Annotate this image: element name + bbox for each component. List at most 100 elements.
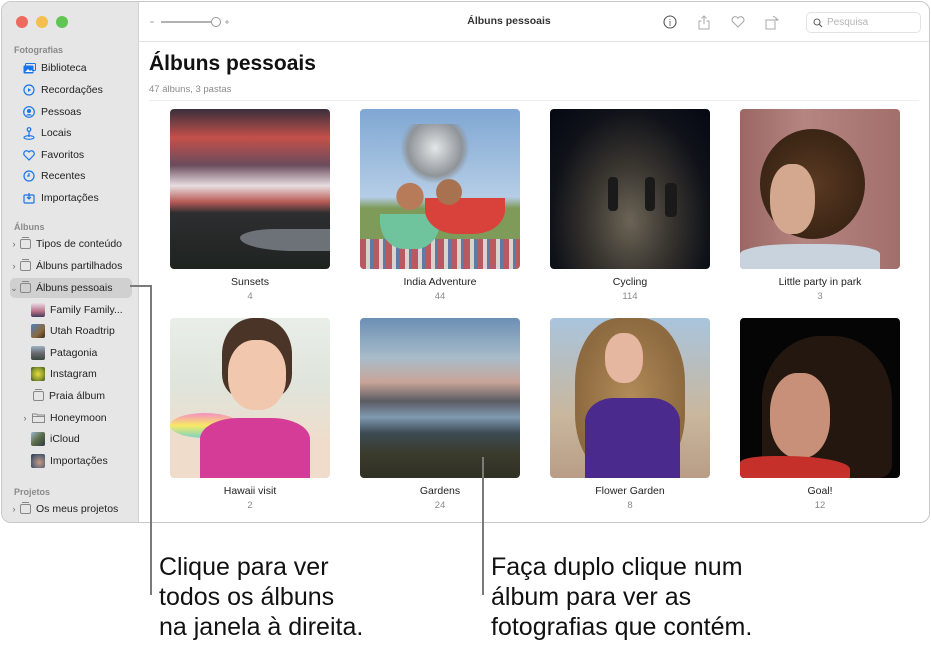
album-item[interactable]: Goal! 12 <box>740 318 900 522</box>
sidebar-item-family[interactable]: Family Family... <box>31 300 131 320</box>
rotate-icon <box>765 15 779 29</box>
album-thumbnail[interactable] <box>550 109 710 269</box>
favorite-button[interactable] <box>729 13 747 31</box>
sidebar-item-praia-album[interactable]: Praia álbum <box>31 386 131 406</box>
sidebar-item-honeymoon[interactable]: › Honeymoon <box>21 408 131 428</box>
album-thumbnail <box>31 303 45 317</box>
album-thumbnail[interactable] <box>740 318 900 478</box>
sidebar-item-locais[interactable]: Locais <box>22 123 144 143</box>
album-thumbnail[interactable] <box>360 109 520 269</box>
sidebar-item-label: Importações <box>50 455 108 467</box>
chevron-right-icon[interactable]: › <box>10 261 18 271</box>
album-thumbnail <box>31 432 45 446</box>
shared-album-icon <box>20 259 31 271</box>
chevron-right-icon[interactable]: › <box>10 239 18 249</box>
heart-icon <box>731 16 745 28</box>
album-stack-icon <box>20 237 31 249</box>
sidebar-item-albuns-pessoais[interactable]: ⌄ Álbuns pessoais <box>10 278 132 298</box>
sidebar-item-label: Recentes <box>41 170 86 182</box>
toolbar: Álbuns pessoais i <box>139 2 929 42</box>
album-thumbnail[interactable] <box>170 318 330 478</box>
search-icon <box>813 17 823 27</box>
svg-text:i: i <box>669 18 672 28</box>
sidebar-item-label: Recordações <box>41 84 103 96</box>
album-thumbnail[interactable] <box>170 109 330 269</box>
album-thumbnail[interactable] <box>550 318 710 478</box>
chevron-right-icon[interactable]: › <box>10 504 18 514</box>
callout-line-text: álbum para ver as <box>491 583 692 611</box>
info-icon: i <box>663 15 677 29</box>
rotate-button[interactable] <box>763 13 781 31</box>
album-thumbnail[interactable] <box>360 318 520 478</box>
share-icon <box>698 14 710 29</box>
album-item[interactable]: Sunsets 4 <box>170 109 330 318</box>
sidebar-item-label: Importações <box>41 192 99 204</box>
album-item[interactable]: Little party in park 3 <box>740 109 900 318</box>
sidebar-item-biblioteca[interactable]: Biblioteca <box>22 58 144 78</box>
sidebar-item-label: iCloud <box>50 433 80 445</box>
callout-leader-left <box>150 285 152 595</box>
album-thumbnail <box>31 454 45 468</box>
album-thumbnail <box>31 367 45 381</box>
album-thumbnail[interactable] <box>740 109 900 269</box>
callout-leader-left <box>130 285 152 287</box>
sidebar-item-pessoas[interactable]: Pessoas <box>22 102 144 122</box>
album-item[interactable]: Flower Garden 8 <box>550 318 710 522</box>
callout-right: Faça duplo clique num álbum para ver as … <box>491 552 752 642</box>
album-item[interactable]: Hawaii visit 2 <box>170 318 330 522</box>
sidebar-item-importacoes-album[interactable]: Importações <box>31 451 131 471</box>
album-photo-count: 3 <box>817 291 823 302</box>
sidebar-item-patagonia[interactable]: Patagonia <box>31 343 131 363</box>
places-icon <box>22 126 36 140</box>
sidebar: Fotografias Biblioteca Recordações Pesso… <box>2 2 139 522</box>
album-item[interactable]: Gardens 24 <box>360 318 520 522</box>
memories-icon <box>22 83 36 97</box>
album-count-summary: 47 álbuns, 3 pastas <box>149 84 232 95</box>
album-name: Goal! <box>807 485 833 497</box>
sidebar-item-label: Álbuns partilhados <box>36 260 123 272</box>
sidebar-item-label: Os meus projetos <box>36 503 119 515</box>
sidebar-item-favoritos[interactable]: Favoritos <box>22 145 144 165</box>
chevron-right-icon[interactable]: › <box>21 413 29 423</box>
album-item[interactable]: Cycling 114 <box>550 109 710 318</box>
close-button[interactable] <box>16 16 28 28</box>
callout-left: Clique para ver todos os álbuns na janel… <box>159 552 363 642</box>
sidebar-item-label: Praia álbum <box>49 390 106 402</box>
album-name: Sunsets <box>231 276 269 288</box>
sidebar-item-os-meus-projetos[interactable]: › Os meus projetos <box>10 499 132 519</box>
sidebar-item-utah-roadtrip[interactable]: Utah Roadtrip <box>31 321 131 341</box>
album-photo-count: 24 <box>434 500 446 511</box>
import-icon <box>22 191 36 205</box>
sidebar-item-recordacoes[interactable]: Recordações <box>22 80 144 100</box>
heart-icon <box>22 148 36 162</box>
album-name: Cycling <box>612 276 648 288</box>
chevron-down-icon[interactable]: ⌄ <box>10 283 18 294</box>
album-thumbnail <box>31 346 45 360</box>
share-button[interactable] <box>695 13 713 31</box>
search-input[interactable] <box>827 17 912 28</box>
sidebar-item-label: Family Family... <box>50 304 123 316</box>
info-button[interactable]: i <box>661 13 679 31</box>
sidebar-item-icloud[interactable]: iCloud <box>31 429 131 449</box>
sidebar-item-albuns-partilhados[interactable]: › Álbuns partilhados <box>10 256 132 276</box>
callout-line-text: todos os álbuns <box>159 583 335 611</box>
callout-line-text: fotografias que contém. <box>491 613 753 641</box>
sidebar-item-instagram[interactable]: Instagram <box>31 364 131 384</box>
minimize-button[interactable] <box>36 16 48 28</box>
zoom-button[interactable] <box>56 16 68 28</box>
callout-line-text: na janela à direita. <box>159 613 364 641</box>
sidebar-item-label: Honeymoon <box>50 412 107 424</box>
sidebar-item-label: Locais <box>41 127 72 139</box>
sidebar-item-importacoes[interactable]: Importações <box>22 188 144 208</box>
sidebar-item-tipos-de-conteudo[interactable]: › Tipos de conteúdo <box>10 234 132 254</box>
search-field[interactable] <box>806 12 921 33</box>
sidebar-item-recentes[interactable]: Recentes <box>22 166 144 186</box>
window-controls <box>16 16 68 28</box>
folder-icon <box>31 411 45 425</box>
thumbnail-size-slider[interactable] <box>149 15 229 29</box>
album-name: Hawaii visit <box>223 485 277 497</box>
album-photo-count: 114 <box>622 291 638 302</box>
sidebar-item-label: Favoritos <box>41 149 85 161</box>
callout-line-text: Clique para ver <box>159 553 329 581</box>
album-item[interactable]: India Adventure 44 <box>360 109 520 318</box>
